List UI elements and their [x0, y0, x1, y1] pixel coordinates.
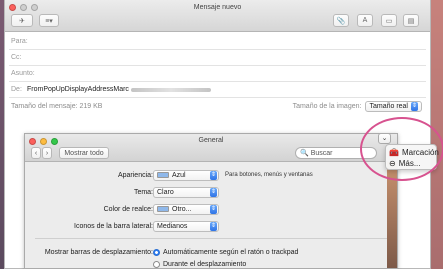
window-title: Mensaje nuevo — [193, 4, 242, 11]
sidebar-icons-popup: Medianos ⇕ — [153, 220, 219, 232]
prefs-background-strip — [387, 162, 397, 268]
desktop-edge-right — [431, 0, 443, 269]
theme-row: Tema: Claro ⇕ — [25, 186, 397, 198]
photo-browser-button[interactable]: ▭ — [381, 14, 397, 27]
paperclip-icon: 📎 — [336, 17, 346, 25]
font-button[interactable]: A — [357, 14, 373, 27]
blue-swatch — [157, 172, 169, 178]
chevron-updown-icon: ⇕ — [411, 101, 418, 111]
font-button-label: A — [362, 17, 368, 24]
search-placeholder: Buscar — [310, 149, 333, 157]
message-size: Tamaño del mensaje: 219 KB — [11, 102, 103, 110]
from-label: De: — [11, 86, 22, 93]
from-value: FromPopUpDisplayAddressMarc — [27, 86, 129, 93]
to-field[interactable]: Para: — [9, 34, 426, 50]
scroll-option-scrolling: Durante el desplazamiento — [153, 260, 247, 268]
from-field[interactable]: De: FromPopUpDisplayAddressMarc — [9, 82, 426, 98]
compose-titlebar: Mensaje nuevo ✈ ≡▾ 📎 A ▭ ▤ — [5, 0, 430, 32]
chevron-updown-icon: ⇕ — [210, 221, 217, 231]
stationery-button[interactable]: ▤ — [403, 14, 419, 27]
chevron-down-icon: ⌄ — [381, 135, 388, 142]
sidebar-icons-row: Iconos de la barra lateral: Medianos ⇕ — [25, 220, 397, 232]
appearance-popup: Azul ⇕ — [153, 169, 219, 181]
scroll-option-auto: Automáticamente según el ratón o trackpa… — [153, 248, 299, 256]
image-size-value: Tamaño real — [369, 102, 408, 110]
theme-value: Claro — [157, 188, 174, 196]
radio-selected — [153, 248, 160, 256]
theme-label: Tema: — [133, 188, 153, 196]
prefs-titlebar: General ‹ › Mostrar todo 🔍 Buscar — [25, 134, 397, 162]
chevron-updown-icon: ⇕ — [210, 170, 217, 180]
list-button-label: ≡▾ — [45, 17, 53, 25]
appearance-row: Apariencia: Azul ⇕ Para botones, menús y… — [25, 169, 397, 181]
prefs-divider — [35, 238, 387, 239]
search-icon: 🔍 — [300, 150, 309, 157]
attach-button[interactable]: 📎 — [333, 14, 349, 27]
subject-field[interactable]: Asunto: — [9, 66, 426, 82]
to-label: Para: — [11, 38, 28, 45]
menu-item-markup-label: Marcación — [401, 148, 439, 157]
menu-item-more-label: Más... — [398, 159, 421, 168]
appearance-label: Apariencia: — [117, 171, 153, 179]
general-prefs-screenshot[interactable]: General ‹ › Mostrar todo 🔍 Buscar Aparie… — [24, 133, 398, 269]
scroll-option-row: Durante el desplazamiento — [25, 258, 397, 268]
chevron-updown-icon: ⇕ — [210, 187, 217, 197]
from-address-redacted — [130, 87, 211, 92]
radio-unselected — [153, 260, 160, 268]
toolbox-icon: 🧰 — [389, 148, 399, 157]
sidebar-icons-label: Iconos de la barra lateral: — [74, 222, 153, 230]
markup-menu: 🧰 Marcación ⊖ Más... — [385, 144, 439, 170]
show-all-button: Mostrar todo — [59, 147, 109, 159]
sidebar-icons-value: Medianos — [157, 222, 188, 230]
more-icon: ⊖ — [389, 159, 396, 168]
send-button[interactable]: ✈ — [11, 14, 33, 27]
highlight-popup: Otro... ⇕ — [153, 203, 219, 215]
highlight-row: Color de realce: Otro... ⇕ — [25, 203, 397, 215]
size-row: Tamaño del mensaje: 219 KB Tamaño de la … — [9, 99, 426, 113]
chevron-updown-icon: ⇕ — [210, 204, 217, 214]
scroll-option-scrolling-label: Durante el desplazamiento — [163, 260, 247, 268]
highlight-value: Otro... — [172, 205, 192, 213]
cc-label: Cc: — [11, 54, 22, 61]
send-icon: ✈ — [19, 17, 25, 25]
image-size-label: Tamaño de la imagen: — [292, 102, 362, 110]
photo-icon: ▭ — [385, 17, 393, 25]
prefs-title: General — [198, 137, 224, 144]
theme-popup: Claro ⇕ — [153, 186, 219, 198]
stationery-icon: ▤ — [407, 17, 415, 25]
menu-item-more[interactable]: ⊖ Más... — [389, 158, 420, 169]
markup-menu-button[interactable]: ⌄ — [378, 133, 391, 144]
chevron-left-icon: ‹ — [34, 149, 38, 157]
image-size-popup[interactable]: Tamaño real ⇕ — [365, 100, 422, 112]
menu-item-markup[interactable]: 🧰 Marcación — [389, 147, 439, 158]
chevron-right-icon: › — [45, 149, 49, 157]
scrollbars-label: Mostrar barras de desplazamiento: — [44, 248, 153, 256]
appearance-hint: Para botones, menús y ventanas — [225, 172, 313, 178]
prefs-search-field: 🔍 Buscar — [295, 147, 377, 159]
list-button[interactable]: ≡▾ — [39, 14, 59, 27]
subject-label: Asunto: — [11, 70, 35, 77]
highlight-swatch — [157, 206, 169, 212]
scroll-option-auto-label: Automáticamente según el ratón o trackpa… — [163, 248, 299, 256]
show-all-label: Mostrar todo — [64, 149, 104, 157]
appearance-value: Azul — [172, 171, 186, 179]
back-button: ‹ — [31, 147, 41, 159]
cc-field[interactable]: Cc: — [9, 50, 426, 66]
scrollbars-row: Mostrar barras de desplazamiento: Automá… — [25, 246, 397, 258]
forward-button: › — [42, 147, 52, 159]
highlight-label: Color de realce: — [103, 205, 153, 213]
